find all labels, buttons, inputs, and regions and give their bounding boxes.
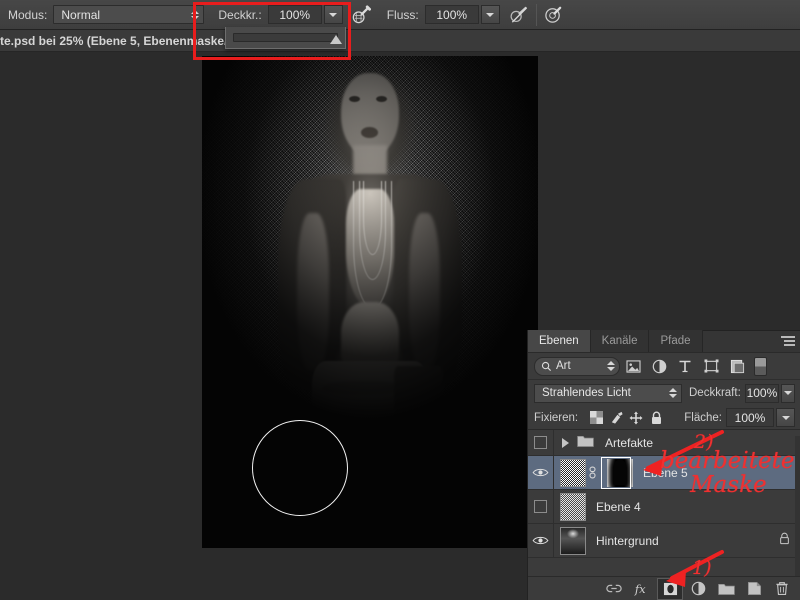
lock-label: Fixieren: (534, 411, 579, 424)
layer-thumbnail-hintergrund[interactable] (560, 526, 586, 555)
all-lock-icon[interactable] (646, 408, 666, 428)
new-adjustment-layer-icon[interactable] (685, 578, 711, 600)
layer-blend-row: Strahlendes Licht Deckkraft: 100% (528, 380, 800, 406)
tab-kanaele-label: Kanäle (601, 335, 638, 347)
document-image[interactable] (202, 56, 538, 548)
document-tab-bar: te.psd bei 25% (Ebene 5, Ebenenmaske/8) (0, 30, 800, 52)
visibility-toggle-artefakte[interactable] (528, 430, 554, 455)
layer-filter-row: Art (528, 353, 800, 380)
layer-lock-row: Fixieren: Fläche: 100% (528, 406, 800, 430)
link-mask-icon[interactable] (586, 466, 599, 479)
search-icon (541, 361, 552, 371)
fill-input[interactable]: 100% (726, 408, 774, 427)
blend-mode-dropdown[interactable]: Normal (53, 5, 205, 24)
tablet-pressure-icon[interactable] (541, 3, 567, 27)
brush-options-bar: Modus: Normal Deckkr.: 100% Fluss: 100% (0, 0, 800, 30)
eye-off-icon (534, 436, 547, 449)
layer-opacity-input[interactable]: 100% (744, 383, 780, 403)
panel-tab-strip: Ebenen Kanäle Pfade (528, 330, 800, 353)
layer-name-hintergrund: Hintergrund (596, 533, 659, 548)
new-group-icon[interactable] (713, 578, 739, 600)
tab-pfade[interactable]: Pfade (649, 330, 703, 352)
blend-mode-value: Normal (61, 7, 101, 22)
type-layer-filter-icon[interactable] (672, 355, 698, 377)
position-lock-icon[interactable] (626, 408, 646, 428)
tab-ebenen-label: Ebenen (539, 335, 579, 347)
tab-ebenen[interactable]: Ebenen (528, 330, 591, 352)
visibility-toggle-hintergrund[interactable] (528, 524, 554, 557)
chevron-right-icon[interactable] (562, 437, 569, 448)
table-row[interactable]: Hintergrund (528, 524, 800, 558)
flow-dropdown-button[interactable] (480, 5, 500, 24)
layer-thumbnail-ebene5[interactable] (560, 458, 586, 487)
filter-kind-value: Art (556, 360, 571, 372)
vignette (202, 56, 538, 548)
airbrush-icon[interactable] (349, 3, 375, 27)
layer-blend-mode-dropdown[interactable]: Strahlendes Licht (534, 383, 682, 403)
annotation-text-maske: Maske (690, 472, 767, 498)
mode-label: Modus: (8, 7, 48, 22)
fill-label: Fläche: (684, 411, 722, 424)
eye-icon (532, 536, 549, 545)
svg-text:fx: fx (634, 582, 646, 596)
tab-kanaele[interactable]: Kanäle (590, 330, 650, 352)
fill-dropdown-button[interactable] (776, 408, 795, 427)
folder-icon (577, 434, 595, 452)
eye-icon (532, 468, 549, 477)
layer-name-ebene4: Ebene 4 (596, 499, 641, 514)
flow-label: Fluss: (386, 7, 419, 22)
flow-input[interactable]: 100% (424, 5, 479, 24)
adjustment-layer-filter-icon[interactable] (646, 355, 672, 377)
annotation-text-bearbeitete: bearbeitete (660, 448, 795, 474)
layer-blend-mode-value: Strahlendes Licht (542, 387, 631, 399)
chevron-updown-icon (606, 360, 615, 373)
panel-scrollbar[interactable] (795, 436, 800, 596)
image-lock-icon[interactable] (606, 408, 626, 428)
layers-panel-toolbar: fx (528, 576, 800, 600)
visibility-toggle-ebene4[interactable] (528, 490, 554, 523)
annotation-rectangle (193, 2, 351, 60)
pixel-layer-filter-icon[interactable] (620, 355, 646, 377)
layer-thumbnail-ebene4[interactable] (560, 492, 586, 521)
eye-off-icon (534, 500, 547, 513)
new-layer-icon[interactable] (741, 578, 767, 600)
link-layers-icon[interactable] (601, 578, 627, 600)
toolbar-separator (535, 3, 537, 26)
shape-layer-filter-icon[interactable] (698, 355, 724, 377)
transparency-lock-icon[interactable] (586, 408, 606, 428)
panel-menu-icon[interactable] (781, 336, 795, 348)
lock-badge-icon (779, 532, 790, 550)
tab-pfade-label: Pfade (660, 335, 691, 347)
annotation-marker-1: 1) (692, 557, 712, 579)
layer-style-fx-icon[interactable]: fx (629, 578, 655, 600)
chevron-down-icon (781, 415, 790, 420)
chevron-down-icon (486, 12, 495, 17)
airbrush-disabled-icon[interactable] (506, 3, 532, 27)
filter-toggle-switch[interactable] (754, 356, 767, 376)
delete-layer-icon[interactable] (769, 578, 795, 600)
filter-kind-dropdown[interactable]: Art (534, 356, 620, 376)
photoshop-window: Modus: Normal Deckkr.: 100% Fluss: 100% (0, 0, 800, 600)
mask-selection-border (601, 456, 631, 489)
smart-object-filter-icon[interactable] (724, 355, 750, 377)
layer-opacity-label: Deckkraft: (689, 387, 741, 399)
chevron-down-icon (784, 391, 793, 395)
layer-mask-cell[interactable] (599, 456, 633, 490)
visibility-toggle-ebene5[interactable] (528, 456, 554, 489)
layer-opacity-dropdown-button[interactable] (781, 383, 795, 403)
chevron-updown-icon (668, 387, 677, 400)
add-layer-mask-icon[interactable] (657, 577, 683, 600)
